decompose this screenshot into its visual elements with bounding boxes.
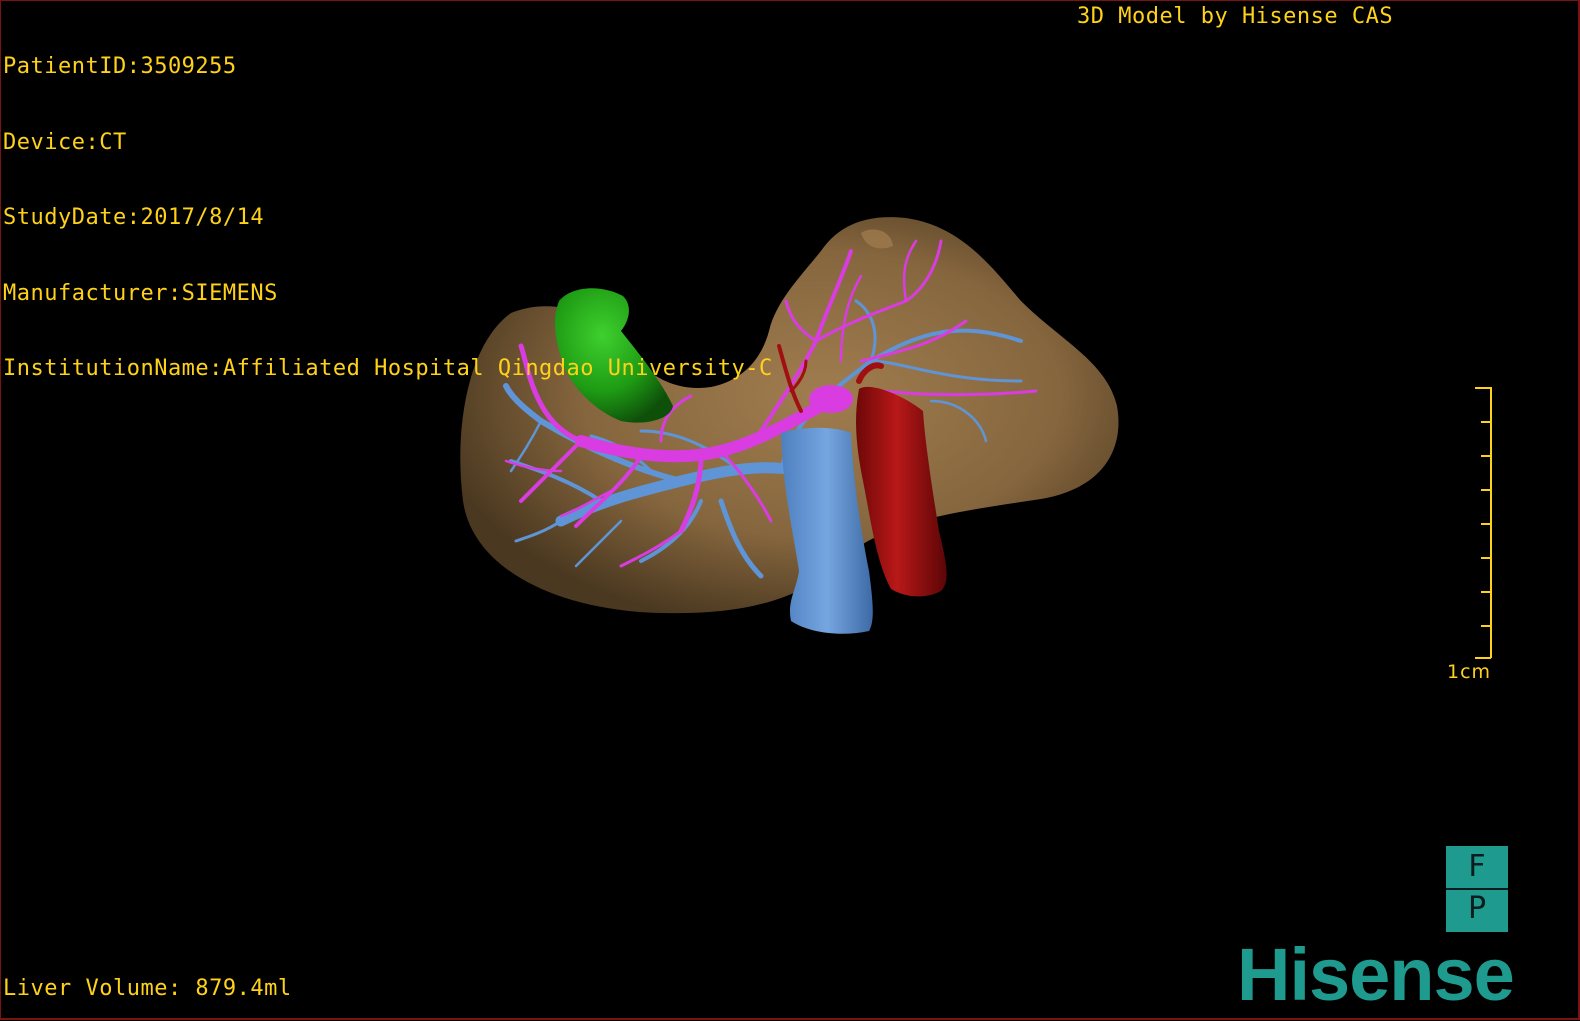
orientation-marker[interactable]: F P xyxy=(1446,846,1508,932)
model-title: 3D Model by Hisense CAS xyxy=(1077,4,1394,29)
institution-text: InstitutionName:Affiliated Hospital Qing… xyxy=(3,356,773,381)
manufacturer-text: Manufacturer:SIEMENS xyxy=(3,280,278,306)
scale-bar xyxy=(1475,387,1492,659)
patient-info-block: PatientID:3509255 Device:CT StudyDate:20… xyxy=(3,4,773,432)
3d-viewport[interactable]: PatientID:3509255 Device:CT StudyDate:20… xyxy=(0,0,1580,1020)
hisense-logo: Hisense xyxy=(1237,933,1515,1016)
study-date-text: StudyDate:2017/8/14 xyxy=(3,205,265,230)
liver-volume-text: Liver Volume: 879.4ml xyxy=(3,976,292,1001)
orientation-bottom-letter: P xyxy=(1467,891,1487,926)
patient-id-text: PatientID:3509255 xyxy=(3,54,237,79)
orientation-top-letter: F xyxy=(1468,849,1486,884)
scale-label: 1cm xyxy=(1447,661,1492,683)
device-text: Device:CT xyxy=(3,129,127,155)
